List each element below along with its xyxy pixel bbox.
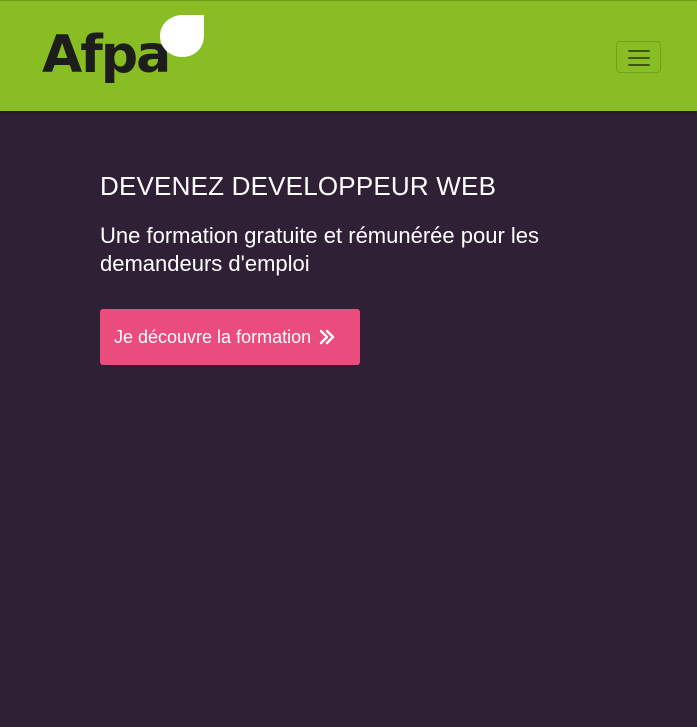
hero-subtitle: Une formation gratuite et rémunérée pour… bbox=[100, 223, 540, 276]
afpa-logo[interactable]: Afpa bbox=[42, 15, 204, 101]
page: Afpa DEVENEZ DEVELOPPEUR WEB Une formati… bbox=[0, 0, 697, 727]
hero-section: DEVENEZ DEVELOPPEUR WEB Une formation gr… bbox=[100, 170, 600, 278]
cta-label: Je découvre la formation bbox=[114, 326, 312, 347]
leaf-icon bbox=[160, 15, 204, 57]
navbar: Afpa bbox=[0, 0, 697, 111]
logo-text: Afpa bbox=[42, 25, 171, 85]
double-chevron-right-icon bbox=[319, 329, 335, 345]
hamburger-icon bbox=[628, 50, 650, 66]
menu-toggle-button[interactable] bbox=[616, 41, 661, 73]
hero-title: DEVENEZ DEVELOPPEUR WEB bbox=[100, 171, 497, 201]
discover-training-button[interactable]: Je découvre la formation bbox=[100, 309, 360, 365]
